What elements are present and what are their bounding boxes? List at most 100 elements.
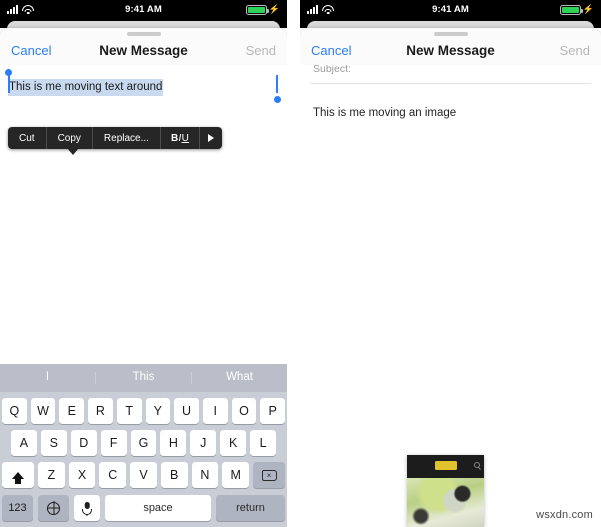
keyboard-row-2: A S D F G H J K L <box>0 430 287 456</box>
status-bar-right: 9:41 AM ⚡ <box>300 0 601 19</box>
selection-caret-end <box>276 75 278 93</box>
suggestion-1[interactable]: This <box>96 372 192 384</box>
key-q[interactable]: Q <box>1 398 27 424</box>
wifi-icon <box>322 5 334 14</box>
key-b[interactable]: B <box>160 462 188 488</box>
key-u[interactable]: U <box>174 398 199 424</box>
dragged-image-thumbnail[interactable] <box>407 455 484 527</box>
compose-body-right[interactable]: Subject: This is me moving an image <box>300 65 601 527</box>
key-k[interactable]: K <box>220 430 247 456</box>
bold-label: B <box>170 132 179 144</box>
compose-sheet-left: Cancel New Message Send Cut Copy Replace… <box>0 28 287 527</box>
send-button[interactable]: Send <box>560 43 590 58</box>
selection-handle-start[interactable] <box>5 69 13 76</box>
dictation-key[interactable] <box>74 495 100 521</box>
delete-key[interactable]: × <box>253 462 286 488</box>
status-left-group <box>7 5 34 14</box>
selected-text-container[interactable]: This is me moving text around <box>5 69 282 104</box>
key-z[interactable]: Z <box>37 462 65 488</box>
key-v[interactable]: V <box>130 462 157 488</box>
status-right-group-right: ⚡ <box>559 4 594 15</box>
status-left-group-right <box>307 5 334 14</box>
globe-icon <box>47 501 60 515</box>
suggestion-bar[interactable]: I This What <box>0 364 287 392</box>
cellular-bars-icon <box>307 5 318 14</box>
thumbnail-top-bar <box>407 455 484 478</box>
compose-sheet-right: Cancel New Message Send Subject: This is… <box>300 28 601 527</box>
key-w[interactable]: W <box>30 398 56 424</box>
key-d[interactable]: D <box>70 430 97 456</box>
text-edit-menu[interactable]: Cut Copy Replace... BIU <box>8 127 223 149</box>
search-icon <box>474 462 480 468</box>
status-bar-left: 9:41 AM ⚡ <box>0 0 287 19</box>
lightning-bolt-icon: ⚡ <box>582 4 594 14</box>
battery-icon <box>559 4 583 15</box>
cancel-button[interactable]: Cancel <box>311 43 351 58</box>
panel-gutter <box>287 0 300 527</box>
shift-arrow-icon <box>11 471 24 484</box>
field-divider <box>310 83 591 84</box>
key-x[interactable]: X <box>68 462 96 488</box>
send-button[interactable]: Send <box>246 43 276 58</box>
selected-text[interactable]: This is me moving text around <box>8 79 164 97</box>
globe-key[interactable] <box>38 495 69 521</box>
keyboard-row-1: Q W E R T Y U I O P <box>0 398 287 424</box>
nav-bar-left: Cancel New Message Send <box>0 36 287 65</box>
cut-menu-item[interactable]: Cut <box>8 127 47 149</box>
microphone-icon <box>82 502 93 516</box>
wifi-icon <box>22 5 34 14</box>
copy-menu-item[interactable]: Copy <box>47 127 93 149</box>
cellular-bars-icon <box>7 5 18 14</box>
lightning-bolt-icon: ⚡ <box>268 4 280 14</box>
key-a[interactable]: A <box>11 430 37 456</box>
selection-caret-start <box>8 75 10 93</box>
text-style-menu-item[interactable]: BIU <box>161 127 201 149</box>
key-e[interactable]: E <box>59 398 85 424</box>
space-key[interactable]: space <box>105 495 211 521</box>
key-h[interactable]: H <box>160 430 187 456</box>
key-l[interactable]: L <box>250 430 277 456</box>
right-phone-screenshot: 9:41 AM ⚡ Cancel New Message Send Subjec… <box>300 0 601 527</box>
key-o[interactable]: O <box>231 398 257 424</box>
shift-key[interactable] <box>1 462 34 488</box>
thumbnail-photo <box>407 478 484 527</box>
key-j[interactable]: J <box>190 430 217 456</box>
selection-handle-end[interactable] <box>274 96 282 104</box>
key-g[interactable]: G <box>130 430 157 456</box>
status-time: 9:41 AM <box>125 4 162 15</box>
keyboard-row-4: 123 space return <box>0 495 287 521</box>
edit-menu-pointer <box>67 148 79 155</box>
compose-body-left[interactable]: Cut Copy Replace... BIU This is me movin… <box>0 65 287 364</box>
key-i[interactable]: I <box>202 398 228 424</box>
message-body-text[interactable]: This is me moving an image <box>313 107 601 119</box>
key-c[interactable]: C <box>99 462 127 488</box>
background-card-left <box>0 19 287 34</box>
key-t[interactable]: T <box>116 398 142 424</box>
suggestion-0[interactable]: I <box>0 372 96 384</box>
suggestion-2[interactable]: What <box>192 372 287 384</box>
status-right-group: ⚡ <box>245 4 280 15</box>
key-m[interactable]: M <box>222 462 250 488</box>
numbers-key[interactable]: 123 <box>2 495 33 521</box>
status-time: 9:41 AM <box>432 4 469 15</box>
replace-menu-item[interactable]: Replace... <box>93 127 161 149</box>
nav-bar-right: Cancel New Message Send <box>300 36 601 65</box>
key-s[interactable]: S <box>40 430 67 456</box>
onscreen-keyboard[interactable]: I This What Q W E R T Y U I O P A S D F … <box>0 364 287 527</box>
key-f[interactable]: F <box>100 430 127 456</box>
key-y[interactable]: Y <box>145 398 171 424</box>
watermark: wsxdn.com <box>536 509 593 521</box>
return-key[interactable]: return <box>216 495 285 521</box>
subject-field[interactable]: Subject: <box>300 65 601 79</box>
key-n[interactable]: N <box>191 462 219 488</box>
background-card-right <box>300 19 601 34</box>
underline-label: U <box>181 132 190 144</box>
screenshot-stage: 9:41 AM ⚡ Cancel New Message Send Cut Co… <box>0 0 601 527</box>
key-r[interactable]: R <box>88 398 113 424</box>
key-p[interactable]: P <box>260 398 286 424</box>
keyboard-row-3: Z X C V B N M × <box>0 462 287 488</box>
cancel-button[interactable]: Cancel <box>11 43 51 58</box>
delete-backward-icon: × <box>261 469 277 481</box>
battery-icon <box>245 4 269 15</box>
more-menu-item[interactable] <box>200 127 222 149</box>
